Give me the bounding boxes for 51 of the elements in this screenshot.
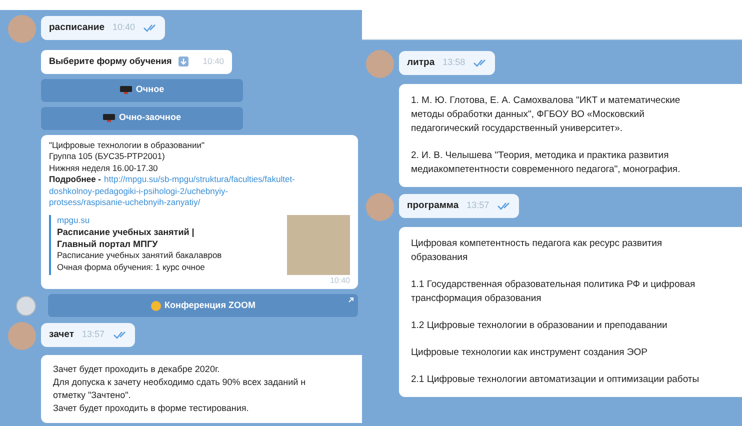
preview-site[interactable]: mpgu.su — [57, 214, 281, 226]
emoji-face-icon — [150, 300, 161, 310]
message-paragraph: 1.1 Государственная образовательная политика РФ и цифровая трансформация образования — [411, 278, 696, 306]
avatar — [366, 50, 394, 78]
message-time: 13:57 — [466, 199, 490, 212]
avatar — [366, 193, 394, 221]
message-text: расписание — [49, 21, 104, 35]
message-time: 13:58 — [442, 56, 466, 70]
message-text: программа — [407, 199, 459, 213]
message-text: Выберите форму обучения — [49, 55, 172, 68]
double-check-icon — [143, 24, 158, 32]
message-text: зачет — [49, 328, 74, 342]
double-check-icon — [497, 202, 512, 210]
keyboard-button[interactable]: Конференция ZOOM — [48, 294, 358, 317]
message-paragraph: 1. М. Ю. Глотова, Е. А. Самохвалова "ИКТ и математические методы обработки данных", ФГБОУ ВО «Московский педагогический государственный университет». — [411, 94, 682, 136]
message-line: "Цифровые технологии в образовании" — [49, 140, 206, 151]
schedule-link[interactable]: http://mpgu.su/sb-mpgu/struktura/faculties/fakultet- — [104, 174, 295, 186]
keyboard-button[interactable]: Очно-заочное — [41, 106, 243, 130]
avatar — [8, 322, 36, 350]
photo-placeholder — [287, 214, 350, 274]
message-line: Группа 105 (БУС35-РТР2001) — [49, 151, 166, 162]
monitor-icon — [120, 86, 132, 94]
monitor-icon — [103, 114, 116, 122]
schedule-link[interactable]: doshkolnoy-pedagogiki-i-psihologi-2/uchebnyiy- — [49, 186, 228, 196]
preview-title: Расписание учебных занятий | Главный портал МПГУ — [57, 226, 196, 250]
keyboard-button[interactable]: Очное — [41, 78, 243, 102]
message-paragraph: Цифровая компетентность педагога как ресурс развития образования — [411, 237, 664, 265]
message-line: Нижняя неделя 16.00-17.30 — [49, 162, 159, 174]
details-label: Подробнее - — [49, 174, 102, 186]
message-paragraph: 2.1 Цифровые технологии автоматизации и оптимизации работы — [411, 373, 700, 387]
message-line: отметку "Зачтено". — [53, 389, 132, 402]
message-time: 13:57 — [82, 328, 105, 342]
message-time: 10:40 — [112, 21, 136, 34]
schedule-link[interactable]: protsess/raspisanie-uchebnyih-zanyatiy/ — [49, 197, 200, 207]
message-time: 10:40 — [330, 274, 350, 286]
double-check-icon — [473, 59, 488, 68]
down-arrow-icon — [178, 56, 189, 68]
message-text: литра — [407, 56, 435, 70]
preview-description: Расписание учебных занятий бакалавров — [57, 250, 223, 262]
message-line: Для допуска к зачету необходимо сдать 90% всех заданий н — [53, 376, 307, 389]
message-line: Зачет будет проходить в форме тестирования. — [53, 402, 250, 415]
message-line: Зачет будет проходить в декабре 2020г. — [53, 363, 221, 376]
message-paragraph: 1.2 Цифровые технологии в образовании и преподавании — [411, 319, 668, 333]
message-paragraph: 2. И. В. Челышева "Теория, методика и практика развития медиакомпетентности современного педагога", монография. — [411, 149, 682, 177]
message-time: 10:40 — [202, 55, 224, 68]
message-paragraph: Цифровые технологии как инструмент создания ЭОР — [411, 346, 648, 360]
avatar — [8, 15, 36, 43]
link-arrow-icon — [348, 297, 354, 303]
double-check-icon — [112, 331, 127, 340]
bot-avatar — [16, 296, 36, 316]
preview-note: Очная форма обучения: 1 курс очное — [57, 262, 206, 273]
